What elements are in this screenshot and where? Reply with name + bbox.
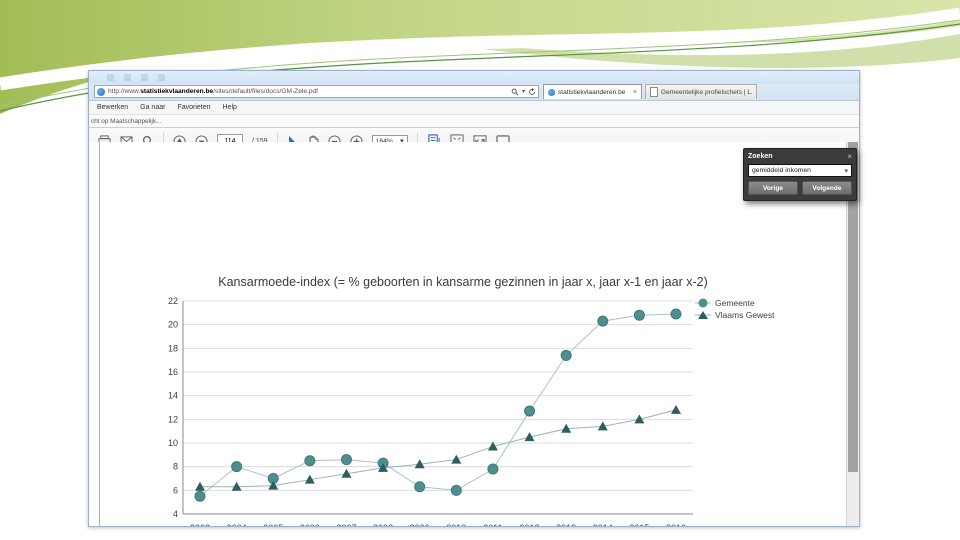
x-tick-label: 2004	[227, 523, 247, 526]
x-tick-label: 2015	[629, 523, 649, 526]
tab-close-icon[interactable]: ×	[633, 89, 637, 96]
x-tick-label: 2013	[556, 523, 576, 526]
search-icon[interactable]	[511, 88, 519, 96]
y-tick-label: 6	[173, 485, 178, 495]
chart-title: Kansarmoede-index (= % geboorten in kans…	[218, 275, 708, 289]
y-tick-label: 16	[168, 367, 178, 377]
y-tick-label: 18	[168, 343, 178, 353]
x-tick-label: 2016	[666, 523, 686, 526]
data-point	[671, 404, 681, 414]
data-point	[231, 461, 243, 473]
x-tick-label: 2014	[593, 523, 613, 526]
tab-statistiekvlaanderen[interactable]: statistiekvlaanderen.be ×	[543, 84, 642, 99]
y-tick-label: 12	[168, 414, 178, 424]
find-close-icon[interactable]: ×	[847, 152, 852, 161]
menu-bar: Bewerken Ga naar Favorieten Help	[89, 101, 859, 115]
favorites-bar-link[interactable]: cht op Maatschappelijk...	[91, 118, 161, 125]
legend-label: Gemeente	[715, 298, 755, 308]
data-point	[451, 454, 462, 464]
find-next-button[interactable]: Volgende	[802, 181, 852, 195]
pdf-page-edge	[99, 142, 100, 526]
chart: 4 6 8 10 12 14 16 18 20 22 2003 2004 2005 2006 2007 200…	[166, 267, 791, 526]
data-point	[597, 315, 609, 327]
site-favicon-icon	[97, 87, 105, 96]
data-point	[633, 309, 645, 321]
menu-ga-naar[interactable]: Ga naar	[140, 104, 165, 111]
data-point	[414, 481, 426, 493]
find-dialog-title: Zoeken	[748, 153, 773, 160]
y-tick-label: 20	[168, 320, 178, 330]
x-tick-label: 2010	[446, 523, 466, 526]
y-tick-label: 8	[173, 462, 178, 472]
titlebar-ghost-icons	[107, 74, 167, 81]
data-point	[194, 490, 206, 502]
y-tick-label: 10	[168, 438, 178, 448]
find-previous-button[interactable]: Vorige	[748, 181, 798, 195]
menu-help[interactable]: Help	[223, 104, 237, 111]
data-point	[524, 405, 536, 417]
data-point	[450, 484, 462, 496]
window-titlebar	[89, 71, 859, 84]
data-point	[340, 454, 352, 466]
tab-gemeentelijke-profielschets[interactable]: Gemeentelijke profielschets | L...	[645, 84, 757, 99]
menu-bewerken[interactable]: Bewerken	[97, 104, 128, 111]
y-tick-label: 14	[168, 391, 178, 401]
tab-title: statistiekvlaanderen.be	[558, 88, 626, 96]
refresh-icon[interactable]	[528, 87, 536, 96]
find-query-input[interactable]	[752, 167, 845, 174]
data-point	[670, 308, 682, 320]
data-point	[195, 481, 205, 491]
y-tick-label: 22	[168, 296, 178, 306]
x-tick-label: 2012	[520, 523, 540, 526]
url-text: http://www.statistiekvlaanderen.be/sites…	[108, 88, 318, 95]
x-tick-label: 2009	[410, 523, 430, 526]
kansarmoede-chart: 4 6 8 10 12 14 16 18 20 22 2003 2004 2005 2006 2007 200…	[168, 275, 775, 526]
legend-label: Vlaams Gewest	[715, 310, 775, 320]
y-tick-label: 4	[173, 509, 178, 519]
find-dialog: Zoeken × ▾ Vorige Volgende	[743, 148, 857, 201]
browser-window: http://www.statistiekvlaanderen.be/sites…	[88, 70, 860, 527]
favorites-bar: cht op Maatschappelijk...	[89, 115, 859, 128]
tab-page-icon	[650, 87, 658, 97]
address-bar[interactable]: http://www.statistiekvlaanderen.be/sites…	[94, 85, 539, 98]
x-tick-label: 2011	[483, 523, 502, 526]
tab-favicon-icon	[548, 88, 555, 96]
menu-favorieten[interactable]: Favorieten	[177, 104, 210, 111]
tab-title: Gemeentelijke profielschets | L...	[661, 88, 752, 96]
legend-marker	[698, 298, 708, 308]
x-tick-label: 2005	[263, 523, 283, 526]
x-tick-label: 2003	[190, 523, 210, 526]
data-point	[487, 463, 499, 475]
data-point	[560, 349, 572, 361]
x-tick-label: 2006	[300, 523, 320, 526]
x-tick-label: 2007	[336, 523, 356, 526]
find-history-dropdown-icon[interactable]: ▾	[844, 167, 848, 175]
series-gemeente	[194, 308, 682, 502]
navigation-bar: http://www.statistiekvlaanderen.be/sites…	[89, 84, 859, 101]
data-point	[304, 455, 316, 467]
x-tick-label: 2008	[373, 523, 393, 526]
address-dropdown-icon[interactable]: ▾	[522, 88, 525, 95]
